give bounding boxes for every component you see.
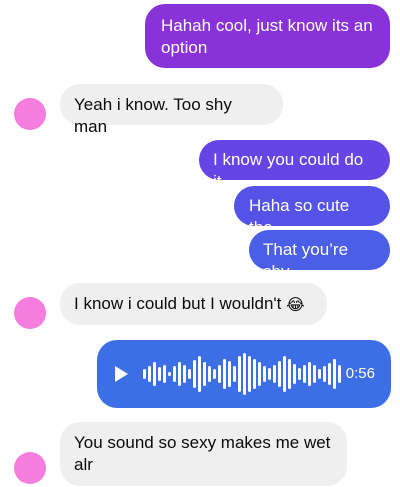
- message-incoming[interactable]: I know i could but I wouldn't 😂: [60, 283, 327, 325]
- play-icon[interactable]: [115, 366, 128, 382]
- waveform-bar: [303, 365, 306, 383]
- voice-duration: 0:56: [345, 365, 375, 382]
- message-text: Hahah cool, just know its an option: [161, 16, 373, 57]
- waveform-bar: [238, 356, 241, 392]
- message-text: That you’re shy: [263, 240, 349, 281]
- waveform-bar: [248, 356, 251, 392]
- waveform-bar: [203, 362, 206, 386]
- waveform-bar: [188, 369, 191, 379]
- message-incoming[interactable]: Yeah i know. Too shy man: [60, 84, 283, 136]
- waveform-bar: [268, 368, 271, 380]
- waveform-bar: [228, 361, 231, 387]
- waveform-bar: [273, 365, 276, 383]
- waveform-bar: [183, 365, 186, 383]
- avatar[interactable]: [14, 452, 46, 484]
- waveform-bar: [328, 363, 331, 385]
- waveform-bar: [143, 369, 146, 379]
- waveform-icon[interactable]: [143, 350, 341, 398]
- waveform-bar: [278, 361, 281, 387]
- message-outgoing[interactable]: Hahah cool, just know its an option: [145, 4, 390, 68]
- waveform-bar: [263, 366, 266, 382]
- waveform-bar: [153, 362, 156, 386]
- message-outgoing[interactable]: That you’re shy: [249, 230, 390, 281]
- waveform-bar: [308, 362, 311, 386]
- message-outgoing[interactable]: I know you could do it: [199, 140, 390, 191]
- waveform-bar: [313, 365, 316, 383]
- avatar[interactable]: [14, 297, 46, 329]
- waveform-bar: [283, 356, 286, 392]
- waveform-bar: [198, 356, 201, 392]
- message-text: I know you could do it: [213, 150, 364, 191]
- waveform-bar: [168, 372, 171, 376]
- waveform-bar: [338, 365, 341, 383]
- waveform-bar: [323, 366, 326, 382]
- waveform-bar: [173, 366, 176, 382]
- waveform-bar: [318, 369, 321, 379]
- waveform-bar: [298, 368, 301, 380]
- waveform-bar: [213, 369, 216, 379]
- waveform-bar: [233, 366, 236, 382]
- avatar[interactable]: [14, 98, 46, 130]
- message-text: You sound so sexy makes me wet alr: [74, 433, 331, 474]
- waveform-bar: [293, 364, 296, 384]
- waveform-bar: [178, 362, 181, 386]
- waveform-bar: [333, 359, 336, 389]
- waveform-bar: [208, 366, 211, 382]
- waveform-bar: [253, 359, 256, 389]
- message-text: I know i could but I wouldn't: [74, 294, 282, 313]
- waveform-bar: [218, 365, 221, 383]
- waveform-bar: [223, 359, 226, 389]
- laughing-crying-emoji-icon: 😂: [286, 295, 305, 314]
- waveform-bar: [243, 353, 246, 395]
- waveform-bar: [163, 365, 166, 383]
- waveform-bar: [148, 366, 151, 382]
- waveform-bar: [158, 367, 161, 381]
- voice-message[interactable]: 0:56: [97, 340, 391, 408]
- waveform-bar: [288, 359, 291, 389]
- message-incoming[interactable]: You sound so sexy makes me wet alr: [60, 422, 347, 486]
- waveform-bar: [193, 360, 196, 388]
- waveform-bar: [258, 362, 261, 386]
- message-text: Yeah i know. Too shy man: [74, 95, 232, 136]
- message-outgoing[interactable]: Haha so cute tho: [234, 186, 390, 237]
